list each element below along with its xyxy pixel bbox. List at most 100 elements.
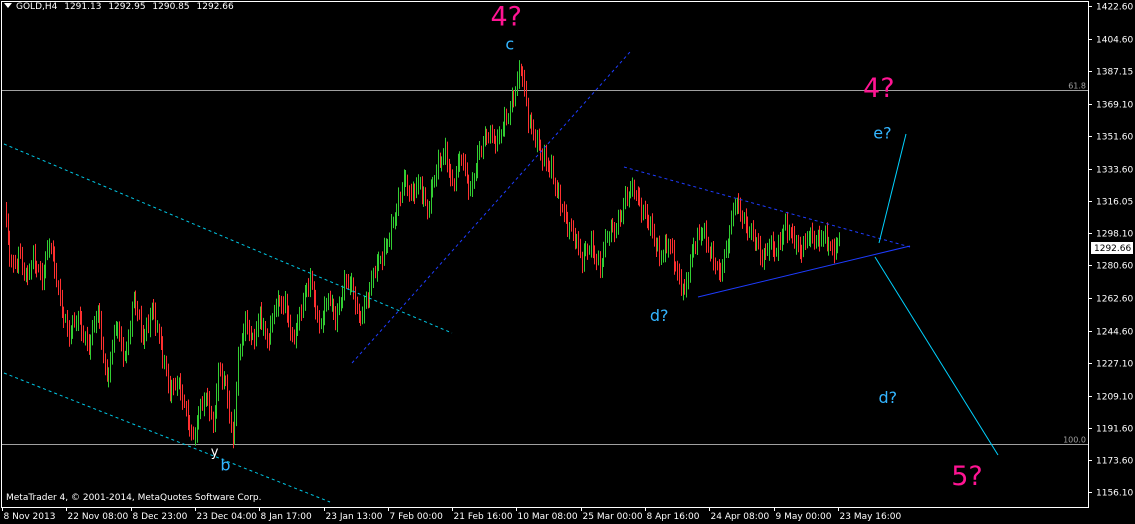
dropdown-triangle-icon[interactable]	[4, 3, 12, 8]
candle-body	[312, 277, 313, 286]
candle-body	[675, 265, 676, 268]
candle-body	[175, 386, 176, 388]
candle-body	[816, 241, 817, 243]
candle-body	[519, 68, 520, 80]
candle-body	[656, 240, 657, 249]
candle-body	[202, 405, 203, 408]
candle-body	[191, 429, 192, 432]
candle-body	[463, 160, 464, 164]
candle-body	[96, 319, 97, 325]
candle-body	[67, 318, 68, 329]
candle-body	[168, 372, 169, 385]
symbol-name: GOLD,H4	[16, 2, 58, 12]
candle-body	[499, 134, 500, 139]
candle-body	[89, 342, 90, 351]
time-tick-label: 9 May 00:00	[776, 512, 832, 522]
candle-body	[614, 228, 615, 234]
candle-body	[746, 216, 747, 226]
candle-body	[125, 354, 126, 358]
candle-body	[551, 163, 552, 171]
candle-body	[643, 209, 644, 214]
candle-body	[204, 399, 205, 408]
candle-body	[224, 379, 225, 382]
bar-open: 1291.13	[64, 2, 102, 12]
candle-body	[821, 238, 822, 243]
candle-body	[531, 121, 532, 127]
candle-body	[182, 393, 183, 402]
candle-body	[638, 194, 639, 197]
candle-body	[330, 299, 331, 303]
candle-body	[254, 335, 255, 341]
candle-body	[99, 309, 100, 320]
candle-body	[387, 242, 388, 245]
candle-body	[326, 301, 327, 305]
candle-body	[366, 297, 367, 305]
candle-body	[265, 326, 266, 334]
candle-body	[672, 246, 673, 249]
candle-body	[791, 231, 792, 233]
candle-body	[641, 203, 642, 214]
candle-body	[105, 356, 106, 367]
candle-body	[476, 169, 477, 178]
candle-body	[391, 222, 392, 241]
candle-body	[56, 269, 57, 284]
candle-body	[404, 178, 405, 189]
candle-body	[769, 244, 770, 252]
candle-body	[126, 348, 127, 355]
candle-body	[558, 191, 559, 193]
candle-body	[479, 148, 480, 155]
candle-body	[623, 203, 624, 216]
candle-body	[783, 227, 784, 237]
candle-body	[521, 68, 522, 72]
price-tick-label: 1209.10	[1096, 393, 1133, 403]
candle-body	[557, 187, 558, 193]
time-tick-label: 22 Nov 08:00	[68, 512, 129, 522]
candle-body	[832, 246, 833, 248]
candle-body	[368, 297, 369, 301]
candle-body	[800, 245, 801, 253]
candle-body	[134, 299, 135, 305]
candle-body	[650, 222, 651, 228]
candle-body	[544, 153, 545, 163]
candle-body	[261, 310, 262, 327]
candle-body	[710, 249, 711, 253]
candle-body	[681, 276, 682, 292]
candle-body	[227, 381, 228, 400]
candle-body	[564, 209, 565, 214]
candle-body	[762, 256, 763, 263]
candle-body	[492, 133, 493, 135]
candle-body	[785, 220, 786, 228]
candle-body	[504, 115, 505, 129]
time-tick-label: 23 Jan 13:00	[326, 512, 383, 522]
candle-body	[765, 251, 766, 253]
candle-body	[517, 79, 518, 91]
candle-body	[756, 240, 757, 244]
candle-body	[809, 238, 810, 241]
candle-body	[708, 244, 709, 250]
candle-body	[580, 246, 581, 255]
candle-body	[272, 317, 273, 324]
candle-body	[240, 348, 241, 353]
price-tick-label: 1333.60	[1096, 166, 1133, 176]
wave-label: 5?	[951, 461, 983, 492]
candle-body	[546, 153, 547, 163]
candle-body	[166, 360, 167, 373]
gold-h4-chart[interactable]: 61.8 100.0 1422.60 1404.60 1387.15 1369.10 13…	[0, 0, 1135, 524]
candle-body	[695, 246, 696, 248]
candle-body	[94, 324, 95, 326]
candle-body	[180, 380, 181, 394]
candle-body	[605, 238, 606, 249]
candle-body	[215, 413, 216, 425]
candle-body	[420, 181, 421, 183]
candle-body	[539, 137, 540, 146]
price-tick-label: 1369.10	[1096, 101, 1133, 111]
candle-body	[431, 188, 432, 208]
candle-body	[54, 255, 55, 270]
candle-body	[625, 194, 626, 204]
price-tick-label: 1298.10	[1096, 230, 1133, 240]
candle-body	[243, 332, 244, 342]
time-tick-label: 23 May 16:00	[840, 512, 902, 522]
candle-body	[400, 195, 401, 198]
candle-body	[621, 215, 622, 219]
candle-body	[110, 357, 111, 377]
